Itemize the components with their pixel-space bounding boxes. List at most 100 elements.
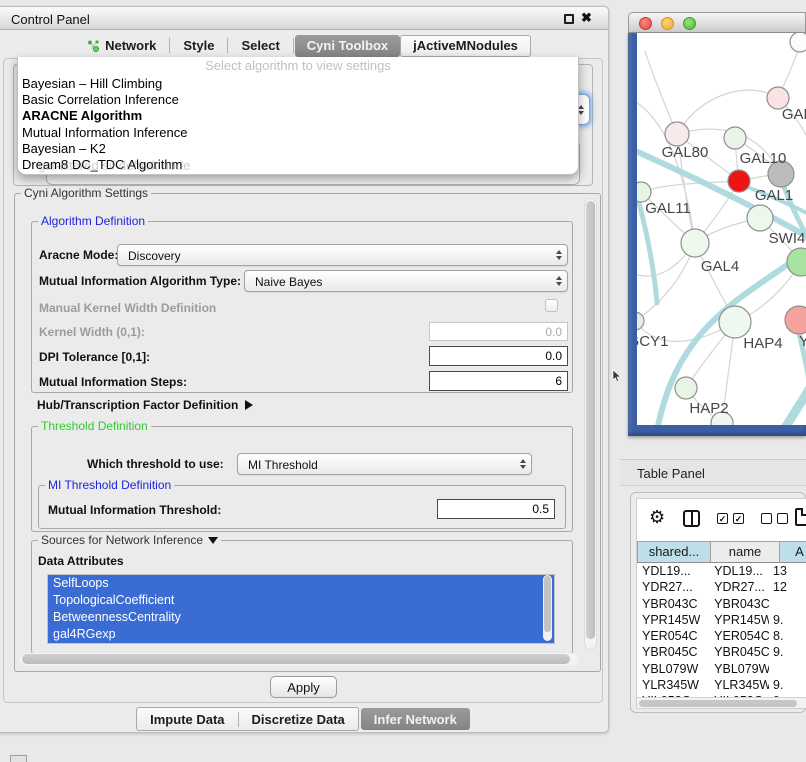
mi-algorithm-type-value: Naive Bayes <box>255 275 322 289</box>
mi-steps-label: Mutual Information Steps: <box>39 375 187 389</box>
table-row[interactable]: YDR27...YDR27...12 <box>637 579 806 595</box>
table-row[interactable]: YPR145WYPR145W9. <box>637 612 806 628</box>
table-panel-title: Table Panel <box>637 466 705 481</box>
tab-jactivemnodules[interactable]: jActiveMNodules <box>400 35 531 57</box>
column-header-name[interactable]: name <box>711 541 780 563</box>
node-hap4[interactable] <box>719 306 751 338</box>
table-cell: YPR145W <box>705 612 769 628</box>
network-canvas[interactable]: GAL8GAL80GAL10GAL1GAL11SWI4GAL4GCY1HAP4Y… <box>637 33 806 425</box>
deselect-all-checkbox-icon[interactable] <box>761 513 772 524</box>
apply-button[interactable]: Apply <box>270 676 337 698</box>
tab-discretize-data[interactable]: Discretize Data <box>239 708 358 730</box>
zoom-traffic-light[interactable] <box>683 17 696 30</box>
list-item-topologicalcoefficient[interactable]: TopologicalCoefficient <box>48 592 554 609</box>
threshold-definition-group: Threshold Definition Which threshold to … <box>31 426 573 532</box>
node-gal10[interactable] <box>724 127 746 149</box>
table-cell: 9. <box>769 644 806 660</box>
deselect-all-checkbox-icon[interactable] <box>777 513 788 524</box>
tab-select[interactable]: Select <box>229 35 291 57</box>
node-gal4[interactable] <box>681 229 709 257</box>
table-row[interactable]: YER054CYER054C8. <box>637 628 806 644</box>
node-label-swi4: SWI4 <box>769 230 806 247</box>
settings-vertical-scrollbar[interactable] <box>584 198 597 650</box>
app-root: Control Panel ✖ NetworkStyleSelectCyni T… <box>0 0 806 762</box>
node-swi4[interactable] <box>787 248 806 276</box>
node-label-gal80: GAL80 <box>662 144 709 161</box>
aracne-mode-value: Discovery <box>128 249 181 263</box>
attributes-list-scrollbar[interactable] <box>543 575 552 641</box>
table-row[interactable]: YBL079WYBL079W <box>637 661 806 677</box>
column-header-shared[interactable]: shared... <box>637 541 711 563</box>
dropdown-item-aracne-algorithm[interactable]: ARACNE Algorithm <box>18 108 578 124</box>
network-edge-highlighted[interactable] <box>783 377 806 425</box>
mi-threshold-field[interactable] <box>437 499 555 519</box>
table-panel-titlebar: Table Panel <box>620 459 806 486</box>
node-label-y: Y <box>799 333 806 350</box>
network-edge-highlighted[interactable] <box>639 203 657 303</box>
minimized-panel-icon[interactable] <box>10 755 27 762</box>
tab-style[interactable]: Style <box>171 35 226 57</box>
table-cell: 9. <box>769 677 806 693</box>
select-all-checkbox-icon[interactable]: ✓ <box>717 513 728 524</box>
tab-strip: NetworkStyleSelectCyni ToolboxjActiveMNo… <box>0 33 606 58</box>
control-panel-title: Control Panel <box>11 12 90 27</box>
table-row[interactable]: YDL19...YDL19...13 <box>637 563 806 579</box>
node-gal11[interactable] <box>637 182 651 202</box>
table-row[interactable]: YBR045CYBR045C9. <box>637 644 806 660</box>
node-label-gal4: GAL4 <box>701 258 739 275</box>
which-threshold-value: MI Threshold <box>248 458 318 472</box>
gear-icon[interactable]: ⚙ <box>649 508 665 526</box>
list-item-gal4rgexp[interactable]: gal4RGexp <box>48 626 554 643</box>
network-edge[interactable] <box>645 51 677 134</box>
table-cell: YLR345W <box>637 677 705 693</box>
dropdown-item-bayesian-k2[interactable]: Bayesian – K2 <box>18 141 578 157</box>
settings-horizontal-scrollbar[interactable] <box>20 653 578 665</box>
column-header-a[interactable]: A <box>780 541 806 563</box>
kernel-width-label: Kernel Width (0,1): <box>39 325 145 339</box>
dpi-tolerance-field[interactable] <box>429 346 568 366</box>
table-horizontal-scrollbar[interactable] <box>637 697 806 708</box>
table-row[interactable]: YBR043CYBR043C <box>637 596 806 612</box>
stepper-icon <box>556 271 562 291</box>
tab-network[interactable]: Network <box>75 35 168 57</box>
split-columns-icon[interactable] <box>683 510 700 527</box>
stepper-icon <box>556 245 562 265</box>
close-icon[interactable]: ✖ <box>581 10 592 26</box>
tab-impute-data[interactable]: Impute Data <box>137 708 237 730</box>
list-item-selfloops[interactable]: SelfLoops <box>48 575 554 592</box>
cyni-algorithm-settings-group: Cyni Algorithm Settings Algorithm Defini… <box>14 193 601 672</box>
node-red[interactable] <box>728 170 750 192</box>
select-all-checkbox-icon[interactable]: ✓ <box>733 513 744 524</box>
table-cell <box>769 661 806 677</box>
node-salmon[interactable] <box>785 306 806 334</box>
table-body: YDL19...YDL19...13YDR27...YDR27...12YBR0… <box>637 563 806 699</box>
sources-title[interactable]: Sources for Network Inference <box>38 533 221 547</box>
tab-separator <box>227 38 228 53</box>
export-table-icon[interactable] <box>795 508 806 526</box>
tab-infer-network[interactable]: Infer Network <box>361 708 470 730</box>
node-partial-top[interactable] <box>790 33 806 52</box>
close-traffic-light[interactable] <box>639 17 652 30</box>
minimize-traffic-light[interactable] <box>661 17 674 30</box>
sources-title-text: Sources for Network Inference <box>41 533 203 547</box>
table-cell <box>769 596 806 612</box>
mi-algorithm-type-combobox[interactable]: Naive Bayes <box>244 270 568 292</box>
collapse-arrow-icon <box>208 537 218 544</box>
tab-cyni-toolbox[interactable]: Cyni Toolbox <box>295 35 400 57</box>
dropdown-prompt: Select algorithm to view settings <box>18 58 578 73</box>
node-gal80[interactable] <box>665 122 689 146</box>
table-row[interactable]: YLR345WYLR345W9. <box>637 677 806 693</box>
float-window-icon[interactable] <box>564 14 574 24</box>
which-threshold-combobox[interactable]: MI Threshold <box>237 453 532 475</box>
hub-definition-expander[interactable]: Hub/Transcription Factor Definition <box>37 398 253 412</box>
network-edge[interactable] <box>677 90 778 134</box>
dropdown-item-bayesian-hill-climbing[interactable]: Bayesian – Hill Climbing <box>18 76 578 92</box>
network-window-titlebar[interactable] <box>628 12 806 33</box>
dropdown-item-basic-correlation-inference[interactable]: Basic Correlation Inference <box>18 92 578 108</box>
node-hap2[interactable] <box>675 377 697 399</box>
aracne-mode-combobox[interactable]: Discovery <box>117 244 568 266</box>
node-gal1[interactable] <box>747 205 773 231</box>
mi-steps-field[interactable] <box>429 371 568 391</box>
list-item-betweennesscentrality[interactable]: BetweennessCentrality <box>48 609 554 626</box>
dropdown-item-mutual-information-inference[interactable]: Mutual Information Inference <box>18 125 578 141</box>
